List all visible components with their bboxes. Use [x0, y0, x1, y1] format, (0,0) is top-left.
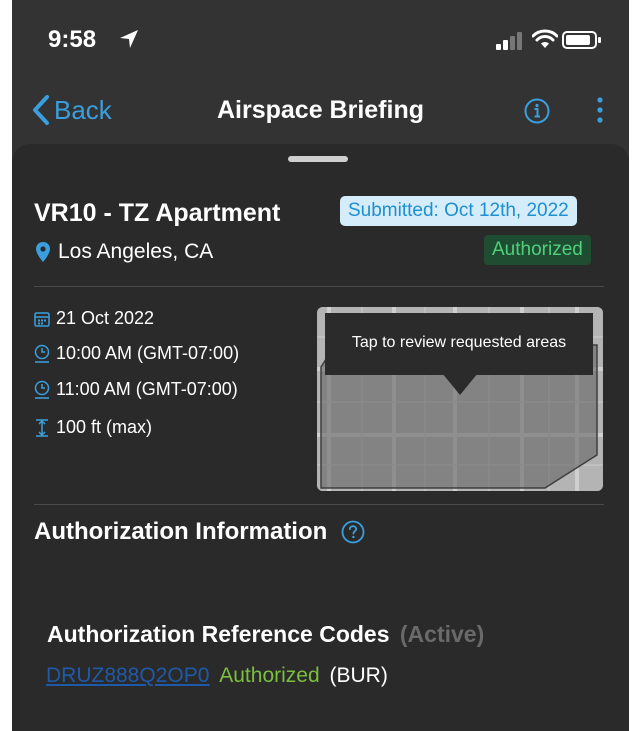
submitted-badge: Submitted: Oct 12th, 2022: [340, 196, 577, 226]
info-icon[interactable]: [524, 98, 550, 124]
map-pin-icon: [36, 242, 50, 262]
divider: [34, 504, 604, 505]
status-time: 9:58: [48, 26, 97, 53]
code-status: Authorized: [219, 664, 320, 687]
start-time-row: 10:00 AM (GMT-07:00): [34, 343, 239, 364]
codes-title: Authorization Reference Codes (Active): [47, 621, 484, 648]
end-time-value: 11:00 AM (GMT-07:00): [56, 379, 238, 399]
briefing-sheet: VR10 - TZ Apartment Submitted: Oct 12th,…: [12, 144, 629, 731]
sheet-grabber[interactable]: [288, 156, 348, 162]
location-label: Los Angeles, CA: [58, 240, 214, 263]
status-badge: Authorized: [484, 235, 591, 265]
code-facility: (BUR): [329, 664, 388, 687]
tooltip-pointer: [442, 373, 478, 395]
altitude-icon: [36, 418, 48, 437]
end-time-row: 11:00 AM (GMT-07:00): [34, 379, 238, 400]
battery-icon: [562, 31, 601, 49]
wifi-icon: [532, 29, 558, 48]
authorization-section-title: Authorization Information: [34, 518, 328, 545]
authorization-section-header: Authorization Information: [34, 518, 365, 546]
navigation-bar: Back Airspace Briefing: [12, 80, 629, 140]
reference-code-link[interactable]: DRUZ888Q2OP0: [46, 664, 209, 687]
phone-screen: 9:58 Back Airspace Briefing VR10 - TZ Ap…: [12, 0, 629, 731]
codes-title-label: Authorization Reference Codes: [47, 621, 390, 647]
clock-start-icon: [34, 344, 50, 363]
map-tooltip: Tap to review requested areas: [325, 313, 593, 375]
help-icon[interactable]: [341, 520, 365, 544]
more-vertical-icon[interactable]: [595, 96, 605, 124]
divider: [34, 286, 604, 287]
date-row: 21 Oct 2022: [34, 308, 154, 329]
altitude-row: 100 ft (max): [34, 417, 152, 438]
altitude-value: 100 ft (max): [56, 417, 153, 437]
date-value: 21 Oct 2022: [56, 308, 155, 328]
signal-icon: [496, 32, 522, 50]
start-time-value: 10:00 AM (GMT-07:00): [56, 343, 240, 363]
list-item: DRUZ888Q2OP0 Authorized (BUR): [46, 664, 388, 688]
clock-end-icon: [34, 380, 50, 399]
operation-title: VR10 - TZ Apartment: [34, 199, 281, 227]
calendar-icon: [34, 311, 50, 327]
requested-area-map[interactable]: Tap to review requested areas: [317, 307, 603, 491]
operation-location: Los Angeles, CA: [36, 240, 213, 264]
codes-state: (Active): [399, 621, 485, 647]
location-arrow-icon: [120, 30, 138, 48]
status-bar: 9:58: [12, 0, 629, 76]
